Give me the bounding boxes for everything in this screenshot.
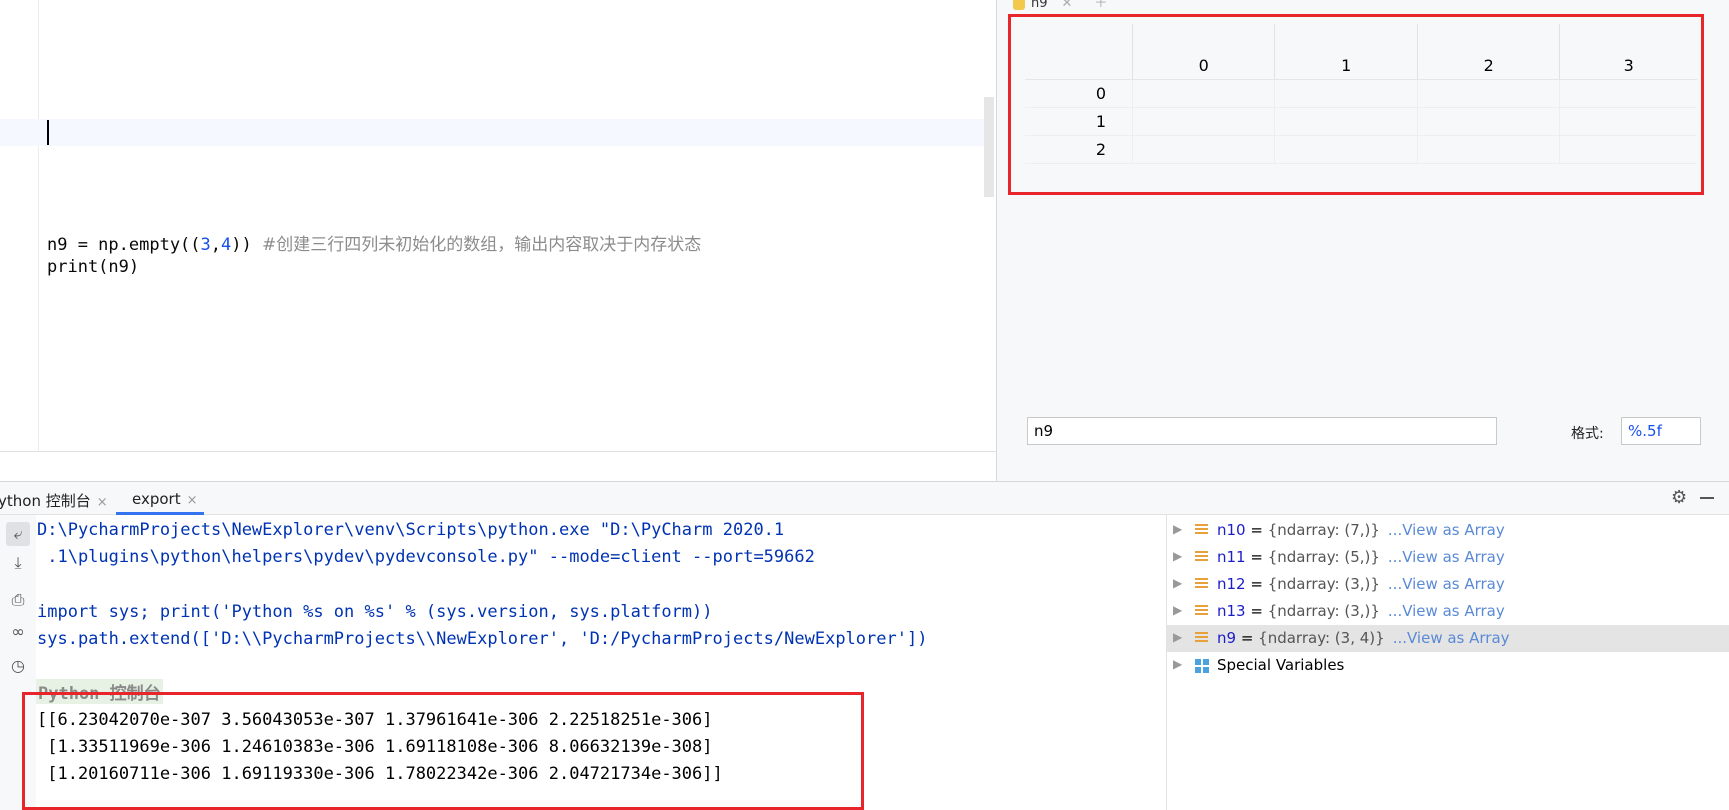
- array-icon: [1195, 551, 1208, 564]
- variables-panel: ▶ n10 = {ndarray: (7,)} ...View as Array …: [1166, 515, 1729, 810]
- view-as-array-link[interactable]: ...View as Array: [1388, 575, 1505, 593]
- highlight-box-array: [1008, 14, 1704, 195]
- variable-name: n12: [1217, 575, 1246, 593]
- variable-text: n11 = {ndarray: (5,)} ...View as Array: [1217, 548, 1505, 566]
- variable-text: n13 = {ndarray: (3,)} ...View as Array: [1217, 602, 1505, 620]
- variable-text: n9 = {ndarray: (3, 4)} ...View as Array: [1217, 629, 1510, 647]
- variable-row-n12[interactable]: ▶ n12 = {ndarray: (3,)} ...View as Array: [1167, 571, 1729, 598]
- console-line: sys.path.extend(['D:\\PycharmProjects\\N…: [37, 629, 928, 649]
- code-segment: )): [231, 235, 262, 255]
- tab-export[interactable]: export ×: [132, 490, 198, 508]
- code-editor[interactable]: n9 = np.empty((3,4)) #创建三行四列未初始化的数组，输出内容…: [0, 0, 996, 452]
- code-line-n9-empty[interactable]: n9 = np.empty((3,4)) #创建三行四列未初始化的数组，输出内容…: [47, 230, 701, 255]
- tab-label: ython 控制台: [0, 492, 91, 510]
- code-line-print[interactable]: print(n9): [47, 257, 139, 277]
- variable-eq: =: [1245, 521, 1268, 539]
- view-as-array-link[interactable]: ...View as Array: [1388, 521, 1505, 539]
- variable-type: {ndarray: (3,)}: [1267, 602, 1380, 620]
- code-number: 3: [200, 235, 211, 255]
- code-comment: #创建三行四列未初始化的数组，输出内容取决于内存状态: [262, 235, 702, 255]
- tab-label: export: [132, 490, 181, 508]
- variable-text: n10 = {ndarray: (7,)} ...View as Array: [1217, 521, 1505, 539]
- array-icon: [1195, 632, 1208, 645]
- print-icon[interactable]: ⎙: [6, 588, 30, 612]
- expand-arrow-icon[interactable]: ▶: [1173, 522, 1182, 536]
- variable-row-n11[interactable]: ▶ n11 = {ndarray: (5,)} ...View as Array: [1167, 544, 1729, 571]
- variable-name: n11: [1217, 548, 1246, 566]
- tab-n9[interactable]: n9 ✕ ＋: [1013, 0, 1107, 11]
- close-icon[interactable]: ✕: [1062, 0, 1073, 11]
- array-icon: [1195, 524, 1208, 537]
- python-icon: [1013, 0, 1025, 10]
- special-variables-icon: [1195, 659, 1209, 673]
- variable-row-special[interactable]: ▶ Special Variables: [1167, 652, 1729, 679]
- scroll-to-end-icon[interactable]: ⤓: [6, 551, 30, 575]
- slice-input[interactable]: [1027, 417, 1497, 445]
- variable-type: {ndarray: (5,)}: [1267, 548, 1380, 566]
- variable-eq: =: [1245, 575, 1268, 593]
- minimize-icon[interactable]: [1700, 497, 1714, 499]
- view-as-array-link[interactable]: ...View as Array: [1388, 548, 1505, 566]
- editor-scrollbar[interactable]: [984, 97, 994, 197]
- array-viewer-panel: n9 ✕ ＋ 0 1 2 3 0 1 2 n9 格式: %.5f: [996, 0, 1729, 481]
- view-as-array-link[interactable]: ...View as Array: [1388, 602, 1505, 620]
- show-variables-icon[interactable]: ∞: [6, 620, 30, 644]
- console-line: import sys; print('Python %s on %s' % (s…: [37, 602, 713, 622]
- variable-eq: =: [1245, 602, 1268, 620]
- tab-python-console[interactable]: ython 控制台 ×: [0, 490, 108, 511]
- variable-name: n10: [1217, 521, 1246, 539]
- expand-arrow-icon[interactable]: ▶: [1173, 657, 1182, 671]
- close-icon[interactable]: ×: [187, 493, 198, 508]
- array-icon: [1195, 578, 1208, 591]
- variable-eq: =: [1245, 548, 1268, 566]
- variable-name: n9: [1217, 629, 1237, 647]
- current-line-highlight: [0, 119, 984, 146]
- special-variables-label: Special Variables: [1217, 656, 1345, 674]
- tool-window-header: ython 控制台 × export × ⚙: [0, 481, 1729, 515]
- variable-name: n13: [1217, 602, 1246, 620]
- variable-type: {ndarray: (3, 4)}: [1258, 629, 1385, 647]
- variable-eq: =: [1236, 629, 1259, 647]
- gear-icon[interactable]: ⚙: [1671, 487, 1687, 508]
- code-number: 4: [221, 235, 232, 255]
- soft-wrap-icon[interactable]: ⤶: [6, 522, 30, 546]
- expand-arrow-icon[interactable]: ▶: [1173, 603, 1182, 617]
- array-icon: [1195, 605, 1208, 618]
- variable-text: n12 = {ndarray: (3,)} ...View as Array: [1217, 575, 1505, 593]
- format-input[interactable]: [1621, 417, 1701, 445]
- text-caret: [47, 120, 49, 145]
- variable-row-n9[interactable]: ▶ n9 = {ndarray: (3, 4)} ...View as Array: [1167, 625, 1729, 652]
- expand-arrow-icon[interactable]: ▶: [1173, 630, 1182, 644]
- format-label: 格式:: [1571, 426, 1604, 442]
- console-line: D:\PycharmProjects\NewExplorer\venv\Scri…: [37, 520, 785, 540]
- history-icon[interactable]: ◷: [6, 654, 30, 678]
- editor-divider: [0, 451, 996, 452]
- variable-row-n10[interactable]: ▶ n10 = {ndarray: (7,)} ...View as Array: [1167, 517, 1729, 544]
- console-line: .1\plugins\python\helpers\pydev\pydevcon…: [37, 547, 815, 567]
- variable-type: {ndarray: (3,)}: [1267, 575, 1380, 593]
- highlight-box-output: [22, 692, 864, 810]
- close-icon[interactable]: ×: [97, 495, 108, 510]
- variable-row-n13[interactable]: ▶ n13 = {ndarray: (3,)} ...View as Array: [1167, 598, 1729, 625]
- add-icon[interactable]: ＋: [1094, 0, 1107, 11]
- code-segment: ,: [210, 235, 222, 255]
- variable-type: {ndarray: (7,)}: [1267, 521, 1380, 539]
- tab-label: n9: [1031, 0, 1048, 11]
- expand-arrow-icon[interactable]: ▶: [1173, 549, 1182, 563]
- gutter-divider: [38, 0, 39, 452]
- view-as-array-link[interactable]: ...View as Array: [1393, 629, 1510, 647]
- expand-arrow-icon[interactable]: ▶: [1173, 576, 1182, 590]
- code-segment: n9 = np.empty((: [47, 235, 201, 255]
